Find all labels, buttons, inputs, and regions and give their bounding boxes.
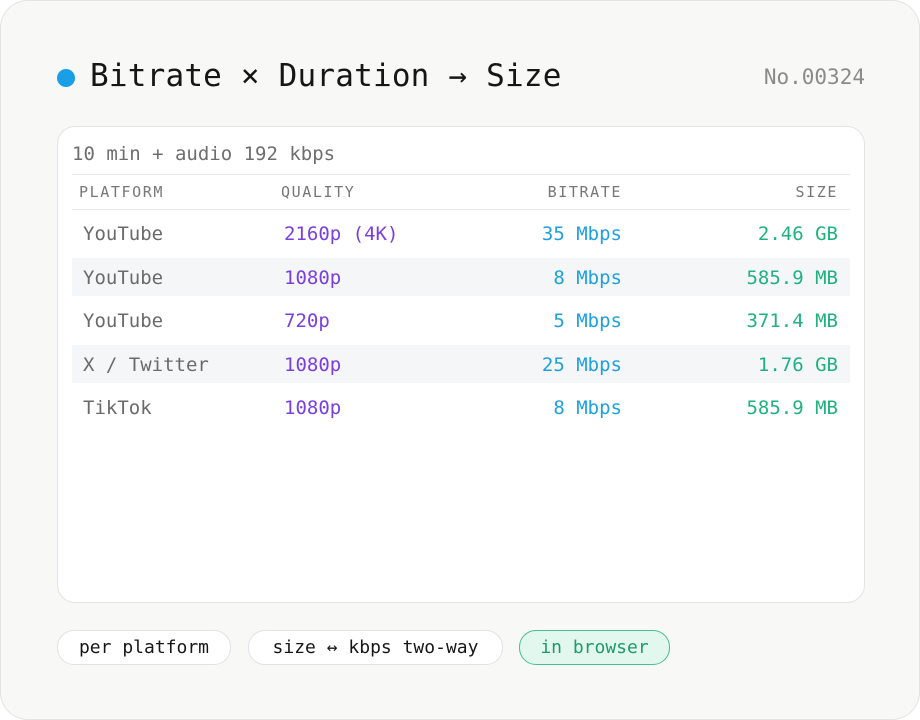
column-header-quality: QUALITY: [281, 183, 356, 201]
size-cell: 2.46 GB: [757, 223, 838, 245]
duration-audio-label: 10 min + audio 192 kbps: [72, 143, 336, 165]
bitrate-cell: 8 Mbps: [553, 266, 622, 289]
column-header-platform: PLATFORM: [79, 183, 165, 201]
bitrate-cell: 5 Mbps: [553, 310, 622, 332]
tag-in-browser: in browser: [519, 630, 670, 665]
column-header-bitrate: BITRATE: [547, 183, 622, 201]
table-body: YouTube 2160p (4K) 35 Mbps 2.46 GB YouTu…: [72, 214, 850, 432]
status-dot-icon: [57, 69, 75, 87]
card-header: Bitrate × Duration → Size No.00324: [57, 53, 865, 105]
quality-cell: 1080p: [284, 397, 342, 419]
converter-card: Bitrate × Duration → Size No.00324 10 mi…: [0, 0, 920, 720]
quality-cell: 1080p: [284, 353, 342, 376]
size-cell: 585.9 MB: [746, 266, 838, 289]
results-panel: 10 min + audio 192 kbps PLATFORM QUALITY…: [57, 126, 865, 603]
table-row: YouTube 720p 5 Mbps 371.4 MB: [72, 301, 850, 339]
size-cell: 371.4 MB: [746, 310, 838, 332]
size-cell: 1.76 GB: [757, 353, 838, 376]
platform-cell: YouTube: [83, 223, 164, 245]
column-header-size: SIZE: [795, 183, 838, 201]
tag-two-way: size ↔ kbps two-way: [248, 630, 503, 665]
tag-per-platform: per platform: [57, 630, 231, 665]
quality-cell: 2160p (4K): [284, 223, 399, 245]
page-title: Bitrate × Duration → Size: [90, 58, 562, 94]
quality-cell: 1080p: [284, 266, 342, 289]
bitrate-cell: 8 Mbps: [553, 397, 622, 419]
bitrate-cell: 25 Mbps: [541, 353, 622, 376]
table-row: YouTube 1080p 8 Mbps 585.9 MB: [72, 257, 850, 296]
platform-cell: YouTube: [83, 310, 164, 332]
size-cell: 585.9 MB: [746, 397, 838, 419]
platform-cell: TikTok: [83, 397, 152, 419]
serial-number: No.00324: [763, 65, 865, 89]
table-row: X / Twitter 1080p 25 Mbps 1.76 GB: [72, 344, 850, 383]
quality-cell: 720p: [284, 310, 330, 332]
table-row: YouTube 2160p (4K) 35 Mbps 2.46 GB: [72, 214, 850, 252]
bitrate-cell: 35 Mbps: [541, 223, 622, 245]
platform-cell: X / Twitter: [83, 353, 209, 376]
platform-cell: YouTube: [83, 266, 164, 289]
table-header: PLATFORM QUALITY BITRATE SIZE: [72, 174, 850, 210]
table-row: TikTok 1080p 8 Mbps 585.9 MB: [72, 388, 850, 426]
